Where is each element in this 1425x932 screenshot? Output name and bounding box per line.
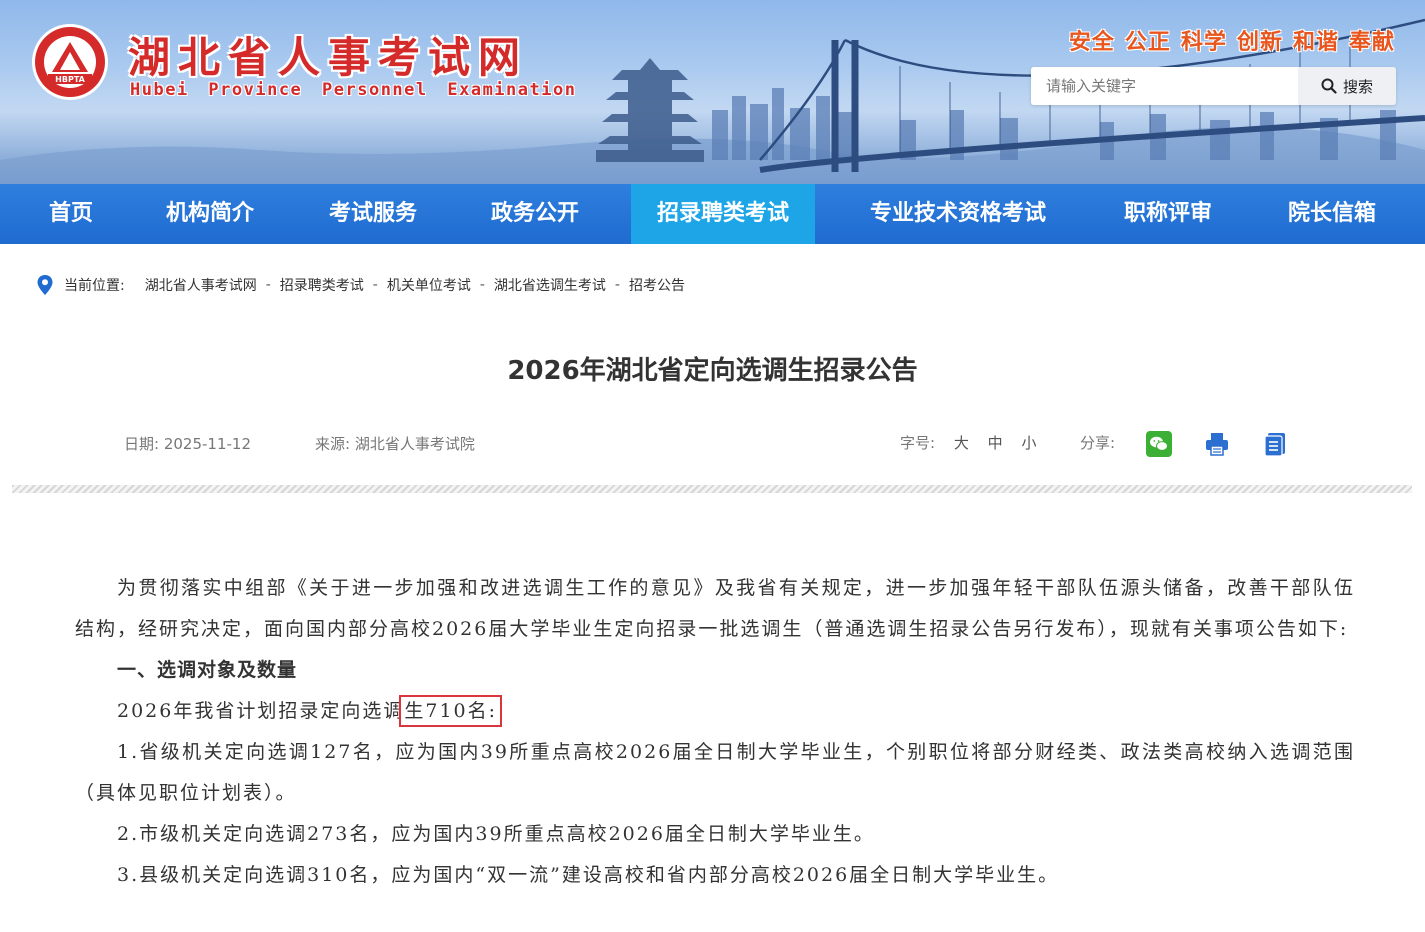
font-size-small[interactable]: 小 bbox=[1021, 434, 1036, 452]
slogan-word: 安全 bbox=[1068, 30, 1115, 55]
date-label: 日期: bbox=[124, 435, 160, 453]
breadcrumb-prefix: 当前位置: bbox=[64, 278, 125, 294]
search-input[interactable] bbox=[1031, 67, 1298, 105]
slogan-word: 科学 bbox=[1180, 30, 1227, 55]
slogan-word: 奉献 bbox=[1348, 30, 1395, 55]
breadcrumb-separator: - bbox=[265, 277, 271, 293]
article-body: 为贯彻落实中组部《关于进一步加强和改进选调生工作的意见》及我省有关规定，进一步加… bbox=[75, 568, 1355, 896]
breadcrumb-item[interactable]: 招考公告 bbox=[629, 275, 685, 295]
slogan-word: 公正 bbox=[1124, 30, 1171, 55]
nav-item-recruitment-exams[interactable]: 招录聘类考试 bbox=[631, 184, 815, 244]
search-button-label: 搜索 bbox=[1342, 77, 1373, 96]
location-pin-icon bbox=[37, 275, 53, 295]
slogan-word: 创新 bbox=[1236, 30, 1283, 55]
list-item: 3.县级机关定向选调310名，应为国内“双一流”建设高校和省内部分高校2026届… bbox=[117, 864, 1060, 886]
nav-item-professional-qualification[interactable]: 专业技术资格考试 bbox=[846, 184, 1070, 244]
wechat-icon[interactable] bbox=[1146, 431, 1172, 457]
share-label: 分享: bbox=[1080, 434, 1116, 452]
font-size-label: 字号: bbox=[900, 434, 936, 452]
hbpta-emblem-icon: HBPTA bbox=[32, 24, 108, 100]
search-box: 搜索 bbox=[1031, 67, 1396, 105]
publish-date: 日期: 2025-11-12 bbox=[124, 433, 251, 454]
list-item: 1.省级机关定向选调127名，应为国内39所重点高校2026届全日制大学毕业生，… bbox=[75, 741, 1355, 804]
breadcrumb-separator: - bbox=[479, 277, 485, 293]
breadcrumb-item[interactable]: 机关单位考试 bbox=[387, 275, 471, 295]
font-size-medium[interactable]: 中 bbox=[988, 434, 1003, 452]
nav-item-president-mailbox[interactable]: 院长信箱 bbox=[1268, 184, 1396, 244]
site-name-english: Hubei Province Personnel Examination bbox=[130, 80, 577, 100]
page-title: 2026年湖北省定向选调生招录公告 bbox=[507, 356, 918, 386]
nav-item-government-affairs[interactable]: 政务公开 bbox=[462, 184, 608, 244]
main-nav: 首页 机构简介 考试服务 政务公开 招录聘类考试 专业技术资格考试 职称评审 院… bbox=[0, 184, 1425, 244]
breadcrumb-separator: - bbox=[614, 277, 620, 293]
header-banner: HBPTA 湖北省人事考试网 Hubei Province Personnel … bbox=[0, 0, 1425, 184]
logo-mark-text: HBPTA bbox=[55, 75, 85, 84]
breadcrumb-item[interactable]: 湖北省选调生考试 bbox=[494, 275, 606, 295]
breadcrumb-separator: - bbox=[372, 277, 378, 293]
article-source: 来源: 湖北省人事考试院 bbox=[315, 433, 475, 454]
breadcrumb: 当前位置: 湖北省人事考试网 - 招录聘类考试 - 机关单位考试 - 湖北省选调… bbox=[36, 274, 685, 296]
breadcrumb-item[interactable]: 湖北省人事考试网 bbox=[145, 275, 257, 295]
search-button[interactable]: 搜索 bbox=[1298, 67, 1396, 105]
article-intro: 为贯彻落实中组部《关于进一步加强和改进选调生工作的意见》及我省有关规定，进一步加… bbox=[75, 577, 1355, 640]
font-size-large[interactable]: 大 bbox=[954, 434, 969, 452]
font-size-controls: 字号: 大 中 小 bbox=[900, 432, 1036, 453]
breadcrumb-item[interactable]: 招录聘类考试 bbox=[280, 275, 364, 295]
source-value: 湖北省人事考试院 bbox=[354, 435, 475, 453]
date-value: 2025-11-12 bbox=[163, 435, 252, 453]
search-icon bbox=[1321, 78, 1337, 94]
highlighted-quota: 生710名: bbox=[399, 695, 503, 727]
document-icon[interactable] bbox=[1263, 431, 1289, 457]
source-label: 来源: bbox=[315, 435, 351, 453]
list-item: 2.市级机关定向选调273名，应为国内39所重点高校2026届全日制大学毕业生。 bbox=[117, 823, 875, 845]
nav-item-about[interactable]: 机构简介 bbox=[142, 184, 278, 244]
slogan-word: 和谐 bbox=[1292, 30, 1339, 55]
nav-item-exam-service[interactable]: 考试服务 bbox=[298, 184, 448, 244]
nav-item-home[interactable]: 首页 bbox=[0, 184, 142, 244]
plan-summary: 2026年我省计划招录定向选调生710名: bbox=[75, 691, 1355, 732]
nav-item-title-review[interactable]: 职称评审 bbox=[1104, 184, 1232, 244]
section-divider bbox=[12, 485, 1412, 493]
section-heading: 一、选调对象及数量 bbox=[117, 659, 298, 681]
site-name: 湖北省人事考试网 bbox=[128, 33, 529, 82]
slogan: 安全 公正 科学 创新 和谐 奉献 bbox=[1059, 24, 1395, 56]
site-logo[interactable]: HBPTA 湖北省人事考试网 Hubei Province Personnel … bbox=[30, 22, 575, 112]
print-icon[interactable] bbox=[1204, 431, 1230, 457]
plan-summary-text: 2026年我省计划招录定向选调 bbox=[117, 700, 405, 722]
